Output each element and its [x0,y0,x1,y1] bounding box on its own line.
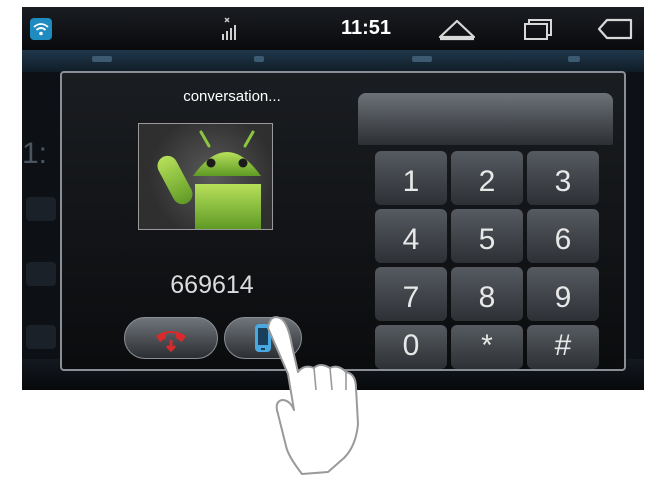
keypad-key-8[interactable]: 8 [451,267,523,321]
recent-apps-icon[interactable] [518,7,558,50]
call-status-label: conversation... [183,88,281,105]
keypad-key-9[interactable]: 9 [527,267,599,321]
back-icon[interactable] [594,7,638,50]
keypad-key-6[interactable]: 6 [527,209,599,263]
background-number-fragment: 1: [22,137,48,170]
keypad-key-5[interactable]: 5 [451,209,523,263]
background-tab-marker [412,56,432,62]
background-tab-marker [568,56,580,62]
android-robot-avatar [157,130,261,229]
keypad-key-4[interactable]: 4 [375,209,447,263]
wifi-icon [30,17,52,40]
clock: 11:51 [340,17,392,39]
home-icon[interactable] [434,7,480,50]
caller-number: 669614 [170,271,254,299]
hang-up-icon [156,331,186,352]
keypad-key-0[interactable]: 0 [375,325,447,369]
background-row [26,197,56,221]
keypad-key-star[interactable]: * [451,325,523,369]
background-row [26,325,56,349]
background-tab-marker [254,56,264,62]
keypad-key-3[interactable]: 3 [527,151,599,205]
keypad-key-hash[interactable]: # [527,325,599,369]
contact-avatar [138,123,273,230]
pointing-hand-icon [267,316,359,475]
keypad-key-1[interactable]: 1 [375,151,447,205]
signal-icon [218,7,244,50]
hang-up-button[interactable] [124,317,218,359]
background-tab-marker [92,56,112,62]
background-tab-bar [22,50,644,72]
status-bar: 11:51 [22,7,644,50]
keypad-key-7[interactable]: 7 [375,267,447,321]
wifi-indicator [28,7,54,50]
background-row [26,262,56,286]
keypad-key-2[interactable]: 2 [451,151,523,205]
keypad-display [358,93,613,145]
